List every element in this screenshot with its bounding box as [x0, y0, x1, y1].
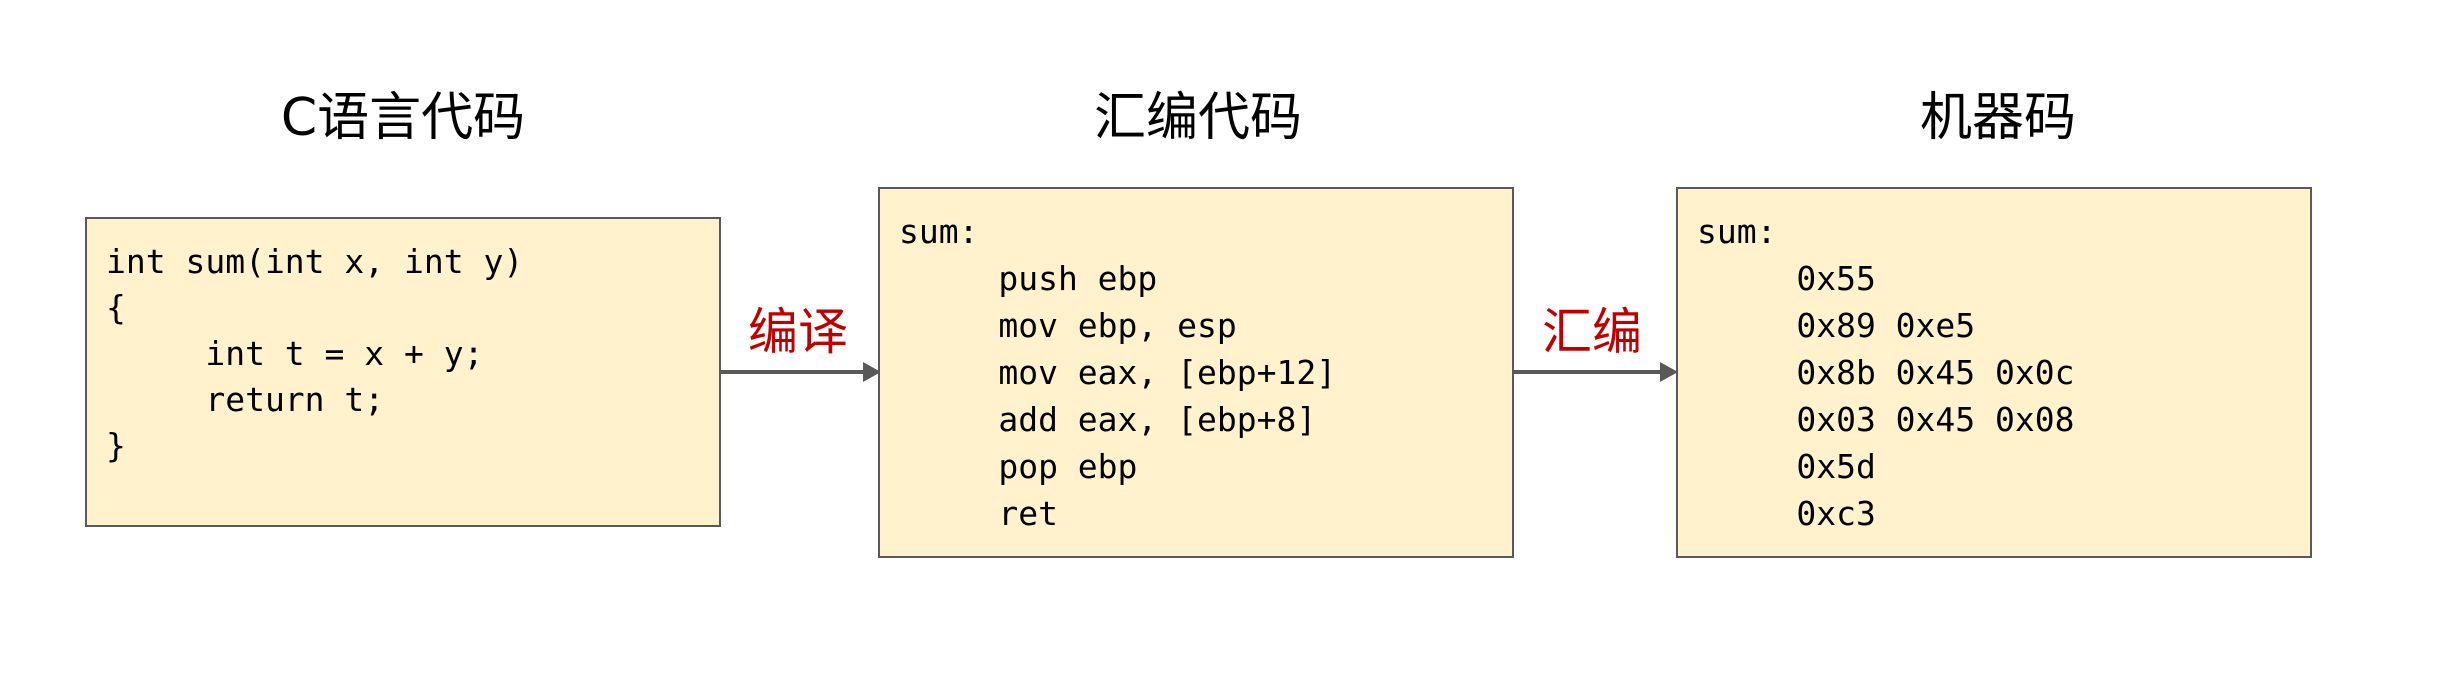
- c-code-line: {: [106, 288, 126, 327]
- machine-code-line: 0x5d: [1697, 447, 1876, 486]
- machine-code-line: 0xc3: [1697, 494, 1876, 533]
- c-code-line: int sum(int x, int y): [106, 242, 524, 281]
- asm-code-line: sum:: [899, 212, 979, 251]
- c-code-line: return t;: [106, 380, 385, 419]
- c-code-line: }: [106, 426, 126, 465]
- compile-label: 编译: [748, 303, 848, 361]
- asm-code-line: push ebp: [899, 259, 1158, 298]
- asm-code-box: sum: push ebp mov ebp, esp mov eax, [ebp…: [878, 187, 1514, 558]
- assemble-label: 汇编: [1542, 303, 1642, 361]
- asm-code-line: ret: [899, 494, 1058, 533]
- machine-code-box: sum: 0x55 0x89 0xe5 0x8b 0x45 0x0c 0x03 …: [1676, 187, 2312, 558]
- machine-code-line: 0x55: [1697, 259, 1876, 298]
- c-code-box: int sum(int x, int y) { int t = x + y; r…: [85, 217, 721, 527]
- machine-code-title: 机器码: [1919, 88, 2076, 148]
- c-code-title: C语言代码: [280, 88, 526, 148]
- asm-code-line: mov ebp, esp: [899, 306, 1237, 345]
- machine-code-line: sum:: [1697, 212, 1777, 251]
- asm-code-line: pop ebp: [899, 447, 1138, 486]
- c-code-line: int t = x + y;: [106, 334, 484, 373]
- asm-code-title: 汇编代码: [1093, 88, 1302, 148]
- assemble-arrow: [1514, 370, 1674, 374]
- asm-code-line: mov eax, [ebp+12]: [899, 353, 1337, 392]
- asm-code-line: add eax, [ebp+8]: [899, 400, 1317, 439]
- machine-code-line: 0x03 0x45 0x08: [1697, 400, 2075, 439]
- compile-arrow: [721, 370, 877, 374]
- machine-code-line: 0x8b 0x45 0x0c: [1697, 353, 2075, 392]
- machine-code-line: 0x89 0xe5: [1697, 306, 1976, 345]
